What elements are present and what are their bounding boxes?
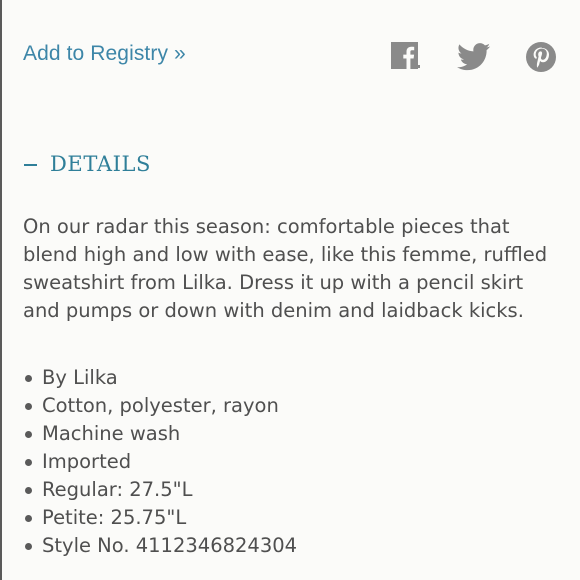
pinterest-icon — [525, 41, 557, 73]
twitter-share-button[interactable] — [455, 40, 493, 74]
pinterest-share-button[interactable] — [523, 40, 559, 74]
list-item: Imported — [23, 448, 297, 476]
list-item: Cotton, polyester, rayon — [23, 392, 297, 420]
list-item: By Lilka — [23, 364, 297, 392]
bullet-icon — [25, 374, 32, 382]
details-heading: DETAILS — [50, 152, 152, 176]
details-section-toggle[interactable]: DETAILS — [24, 152, 151, 176]
bullet-icon — [25, 542, 32, 550]
product-description: On our radar this season: comfortable pi… — [23, 215, 548, 322]
feature-text: By Lilka — [42, 366, 118, 389]
list-item: Regular: 27.5"L — [23, 476, 297, 504]
list-item: Machine wash — [23, 420, 297, 448]
list-item: Style No. 4112346824304 — [23, 532, 297, 560]
feature-text: Petite: 25.75"L — [42, 506, 187, 529]
feature-text: Cotton, polyester, rayon — [42, 394, 279, 417]
feature-text: Style No. 4112346824304 — [42, 534, 298, 557]
facebook-icon — [390, 41, 422, 73]
collapse-icon — [24, 164, 37, 166]
bullet-icon — [25, 458, 32, 466]
feature-text: Regular: 27.5"L — [42, 478, 193, 501]
bullet-icon — [25, 486, 32, 494]
left-border — [0, 0, 2, 580]
feature-text: Imported — [42, 450, 132, 473]
bullet-icon — [25, 514, 32, 522]
list-item: Petite: 25.75"L — [23, 504, 297, 532]
bullet-icon — [25, 430, 32, 438]
feature-text: Machine wash — [42, 422, 181, 445]
add-to-registry-link[interactable]: Add to Registry » — [23, 42, 186, 66]
facebook-share-button[interactable] — [388, 40, 424, 74]
twitter-icon — [457, 43, 491, 71]
bullet-icon — [25, 402, 32, 410]
product-features-list: By Lilka Cotton, polyester, rayon Machin… — [23, 364, 297, 560]
